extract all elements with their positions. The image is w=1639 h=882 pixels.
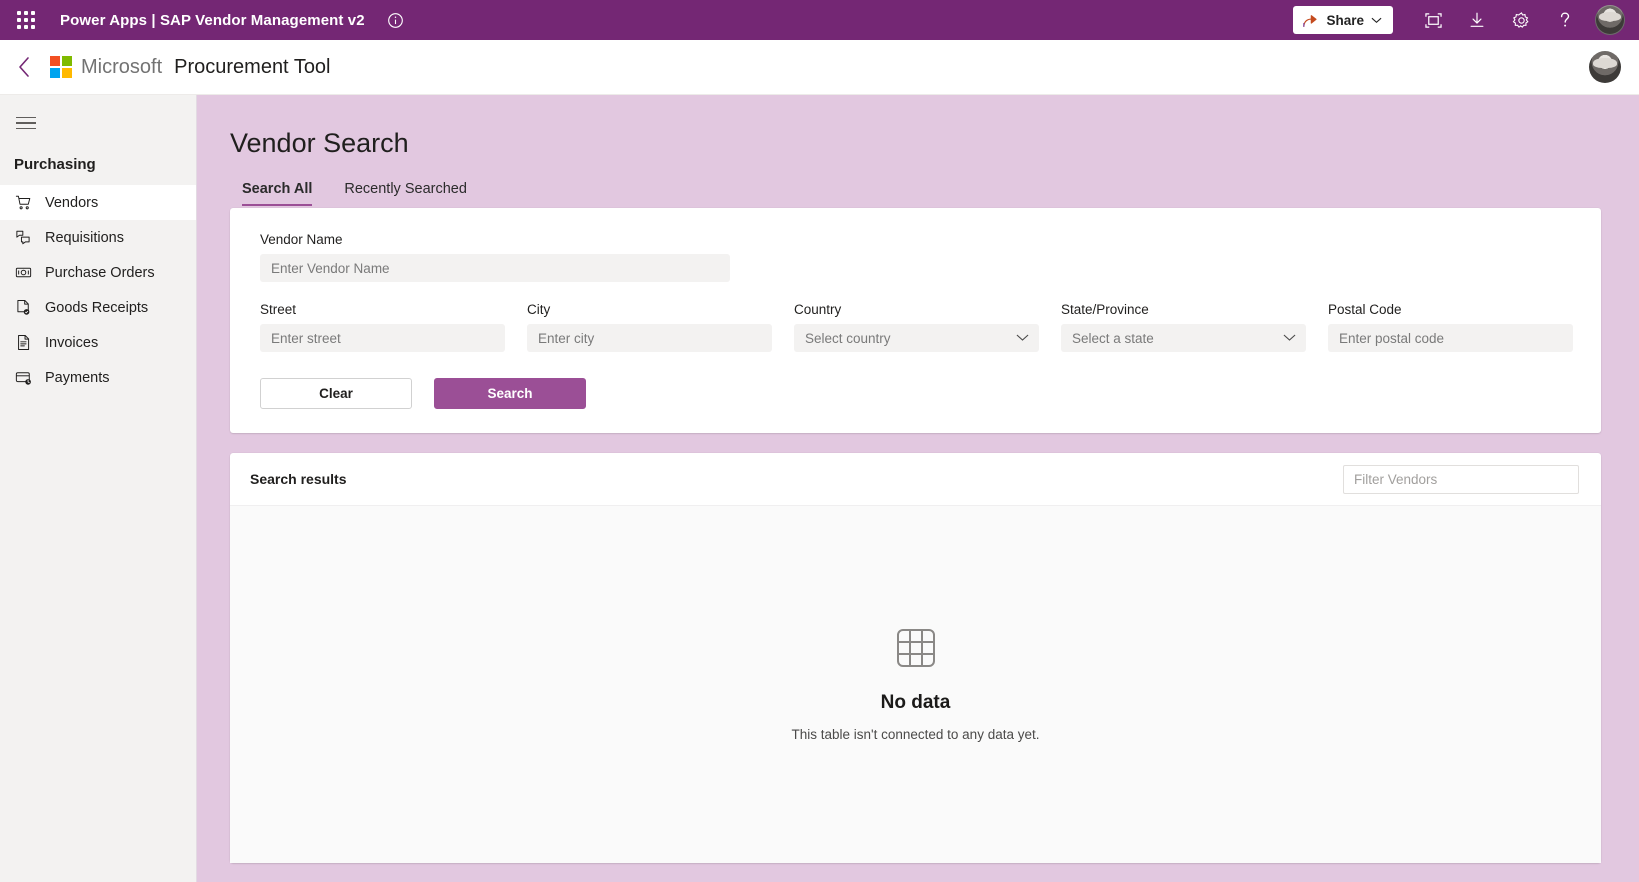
country-select[interactable]	[794, 324, 1039, 352]
no-data-title: No data	[880, 692, 951, 713]
sidebar-item-vendors[interactable]: Vendors	[0, 185, 196, 220]
sidebar-item-requisitions[interactable]: Requisitions	[0, 220, 196, 255]
microsoft-logo-icon	[50, 56, 72, 78]
share-icon	[1303, 14, 1318, 27]
sidebar-item-goods-receipts[interactable]: Goods Receipts	[0, 290, 196, 325]
country-label: Country	[794, 302, 842, 317]
chevron-left-icon	[18, 57, 29, 77]
chevron-down-icon	[1371, 17, 1382, 24]
body: Purchasing Vendors Requisitions Purchase…	[0, 95, 1639, 882]
avatar[interactable]	[1595, 5, 1625, 35]
download-button[interactable]	[1455, 0, 1499, 40]
filter-vendors-input[interactable]	[1343, 464, 1579, 494]
sidebar-section-title: Purchasing	[14, 156, 96, 173]
sidebar-item-label: Requisitions	[45, 229, 124, 246]
question-mark-icon	[1560, 12, 1570, 27]
sidebar-item-label: Goods Receipts	[45, 299, 149, 316]
tab-list: Search All Recently Searched	[230, 181, 1601, 206]
clear-button[interactable]: Clear	[260, 378, 412, 409]
address-fields-row: Street City Country	[260, 302, 1573, 352]
header-avatar[interactable]	[1589, 51, 1621, 83]
share-button-label: Share	[1326, 12, 1364, 28]
vendor-search-heading: Vendor Search	[230, 128, 409, 158]
search-results-card: Search results No data This table isn't …	[230, 453, 1601, 863]
vendor-name-label: Vendor Name	[260, 232, 343, 247]
top-bar-actions: Share	[1293, 0, 1625, 40]
postal-code-input[interactable]	[1328, 324, 1573, 352]
sidebar-item-label: Vendors	[45, 194, 99, 211]
sidebar-item-invoices[interactable]: Invoices	[0, 325, 196, 360]
street-field-group: Street	[260, 302, 505, 352]
sidebar: Purchasing Vendors Requisitions Purchase…	[0, 95, 197, 882]
present-frame-icon	[1424, 12, 1442, 28]
invoice-document-icon	[14, 334, 32, 352]
sidebar-item-payments[interactable]: Payments	[0, 360, 196, 395]
postal-code-label: Postal Code	[1328, 302, 1402, 317]
postal-code-field-group: Postal Code	[1328, 302, 1573, 352]
street-input[interactable]	[260, 324, 505, 352]
back-button[interactable]	[8, 47, 40, 87]
search-form-card: Vendor Name Street City Country	[230, 208, 1601, 433]
results-header: Search results	[230, 453, 1601, 506]
shopping-cart-icon	[14, 194, 32, 212]
share-button[interactable]: Share	[1293, 6, 1393, 34]
receipt-check-icon	[14, 299, 32, 317]
brand-label: Microsoft	[81, 55, 163, 78]
search-button[interactable]: Search	[434, 378, 586, 409]
info-icon[interactable]	[387, 12, 404, 29]
city-label: City	[527, 302, 551, 317]
requisition-icon	[14, 229, 32, 247]
tab-recently-searched[interactable]: Recently Searched	[344, 181, 467, 206]
no-data-subtitle: This table isn't connected to any data y…	[791, 727, 1040, 742]
top-command-bar: Power Apps | SAP Vendor Management v2 Sh…	[0, 0, 1639, 40]
gear-icon	[1512, 11, 1529, 28]
state-field-group: State/Province	[1061, 302, 1306, 352]
sidebar-item-label: Purchase Orders	[45, 264, 155, 281]
sidebar-item-label: Invoices	[45, 334, 99, 351]
sidebar-item-purchase-orders[interactable]: Purchase Orders	[0, 255, 196, 290]
money-icon	[14, 264, 32, 282]
results-title: Search results	[250, 471, 347, 487]
vendor-name-field-group: Vendor Name	[260, 232, 730, 282]
app-title: Power Apps | SAP Vendor Management v2	[60, 11, 365, 29]
state-select[interactable]	[1061, 324, 1306, 352]
city-input[interactable]	[527, 324, 772, 352]
sidebar-item-label: Payments	[45, 369, 110, 386]
settings-button[interactable]	[1499, 0, 1543, 40]
street-label: Street	[260, 302, 297, 317]
main-content: Vendor Search Search All Recently Search…	[197, 95, 1639, 882]
table-grid-icon	[895, 627, 937, 674]
hamburger-menu-icon[interactable]	[4, 103, 48, 143]
vendor-name-input[interactable]	[260, 254, 730, 282]
results-empty-state: No data This table isn't connected to an…	[230, 506, 1601, 863]
form-actions: Clear Search	[260, 378, 1573, 409]
app-launcher-waffle-icon[interactable]	[6, 0, 46, 40]
page-title: Procurement Tool	[174, 55, 331, 78]
download-icon	[1470, 12, 1484, 27]
state-label: State/Province	[1061, 302, 1149, 317]
tab-search-all[interactable]: Search All	[242, 181, 313, 206]
present-button[interactable]	[1411, 0, 1455, 40]
app-header-bar: Microsoft Procurement Tool	[0, 40, 1639, 95]
help-button[interactable]	[1543, 0, 1587, 40]
city-field-group: City	[527, 302, 772, 352]
country-field-group: Country	[794, 302, 1039, 352]
payment-card-clock-icon	[14, 369, 32, 387]
